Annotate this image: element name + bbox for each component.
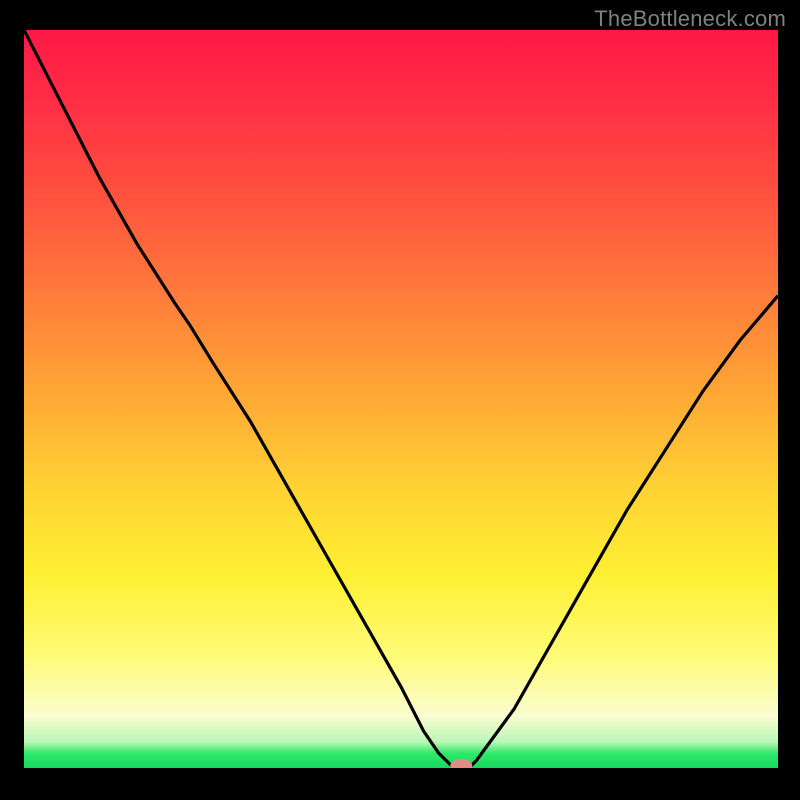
plot-area bbox=[24, 30, 778, 768]
bottleneck-curve bbox=[24, 30, 778, 768]
chart-frame: TheBottleneck.com bbox=[0, 0, 800, 800]
watermark-text: TheBottleneck.com bbox=[594, 6, 786, 32]
curve-layer bbox=[24, 30, 778, 768]
optimal-point-marker bbox=[450, 759, 472, 768]
